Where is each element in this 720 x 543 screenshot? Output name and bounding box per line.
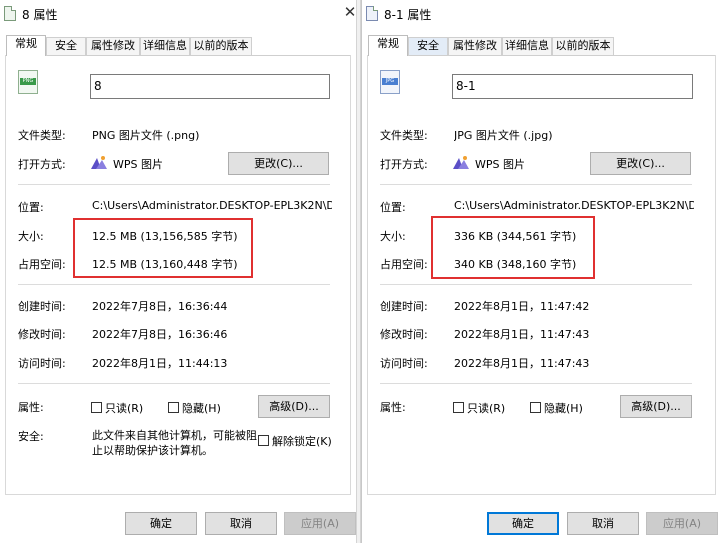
file-name-input[interactable]: 8 <box>90 74 330 99</box>
hidden-checkbox[interactable] <box>530 402 541 413</box>
tab-security[interactable]: 安全 <box>408 37 448 55</box>
advanced-button[interactable]: 高级(D)... <box>258 395 330 418</box>
open-with-value: WPS 图片 <box>475 158 525 171</box>
hidden-label: 隐藏(H) <box>182 402 221 415</box>
wps-picture-icon <box>453 156 469 169</box>
advanced-button[interactable]: 高级(D)... <box>620 395 692 418</box>
separator <box>18 284 330 285</box>
tab-attribute-modify[interactable]: 属性修改 <box>86 37 140 55</box>
title-bar[interactable]: 8 属性 ✕ <box>0 0 356 28</box>
modified-label: 修改时间: <box>380 328 428 341</box>
apply-button[interactable]: 应用(A) <box>284 512 356 535</box>
ok-button[interactable]: 确定 <box>125 512 197 535</box>
created-value: 2022年8月1日，11:47:42 <box>454 300 590 313</box>
cancel-button[interactable]: 取消 <box>567 512 639 535</box>
wps-picture-icon <box>91 156 107 169</box>
hidden-checkbox[interactable] <box>168 402 179 413</box>
accessed-value: 2022年8月1日，11:47:43 <box>454 357 590 370</box>
separator <box>380 284 692 285</box>
file-type-value: PNG 图片文件 (.png) <box>92 129 200 142</box>
modified-value: 2022年7月8日，16:36:46 <box>92 328 228 341</box>
file-name-input[interactable]: 8-1 <box>452 74 693 99</box>
separator <box>380 383 692 384</box>
file-type-label: 文件类型: <box>18 129 66 142</box>
unblock-checkbox[interactable] <box>258 435 269 446</box>
accessed-value: 2022年8月1日，11:44:13 <box>92 357 228 370</box>
title-bar[interactable]: 8-1 属性 <box>362 0 720 28</box>
file-icon <box>4 6 16 21</box>
modified-value: 2022年8月1日，11:47:43 <box>454 328 590 341</box>
open-with-value: WPS 图片 <box>113 158 163 171</box>
ok-button[interactable]: 确定 <box>487 512 559 535</box>
size-on-disk-label: 占用空间: <box>18 258 66 271</box>
jpg-file-icon: JPG <box>380 70 400 94</box>
file-type-value: JPG 图片文件 (.jpg) <box>454 129 553 142</box>
hidden-label: 隐藏(H) <box>544 402 583 415</box>
size-label: 大小: <box>18 230 44 243</box>
created-label: 创建时间: <box>380 300 428 313</box>
open-with-label: 打开方式: <box>18 158 66 171</box>
window-title: 8-1 属性 <box>384 8 432 22</box>
location-value: C:\Users\Administrator.DESKTOP-EPL3K2N\D… <box>92 199 332 212</box>
open-with-label: 打开方式: <box>380 158 428 171</box>
window-title: 8 属性 <box>22 8 58 22</box>
change-button[interactable]: 更改(C)... <box>228 152 329 175</box>
security-message: 此文件来自其他计算机，可能被阻止以帮助保护该计算机。 <box>92 429 257 457</box>
readonly-label: 只读(R) <box>467 402 506 415</box>
cancel-button[interactable]: 取消 <box>205 512 277 535</box>
separator <box>18 184 330 185</box>
png-file-icon: PNG <box>18 70 38 94</box>
size-label: 大小: <box>380 230 406 243</box>
tab-general[interactable]: 常规 <box>6 35 46 56</box>
tab-previous-versions[interactable]: 以前的版本 <box>190 37 252 55</box>
properties-window-8: 8 属性 ✕ 常规 安全 属性修改 详细信息 以前的版本 PNG 8 文件类型:… <box>0 0 356 543</box>
created-label: 创建时间: <box>18 300 66 313</box>
size-highlight-box <box>431 216 595 279</box>
change-button[interactable]: 更改(C)... <box>590 152 691 175</box>
size-on-disk-label: 占用空间: <box>380 258 428 271</box>
size-highlight-box <box>73 218 253 278</box>
location-label: 位置: <box>18 201 44 214</box>
created-value: 2022年7月8日，16:36:44 <box>92 300 228 313</box>
tab-previous-versions[interactable]: 以前的版本 <box>552 37 614 55</box>
readonly-checkbox[interactable] <box>453 402 464 413</box>
apply-button[interactable]: 应用(A) <box>646 512 718 535</box>
unblock-label: 解除锁定(K) <box>272 435 332 448</box>
location-label: 位置: <box>380 201 406 214</box>
tab-general[interactable]: 常规 <box>368 35 408 56</box>
location-value: C:\Users\Administrator.DESKTOP-EPL3K2N\D… <box>454 199 694 212</box>
file-icon <box>366 6 378 21</box>
readonly-label: 只读(R) <box>105 402 144 415</box>
accessed-label: 访问时间: <box>380 357 428 370</box>
attributes-label: 属性: <box>18 401 44 414</box>
tab-details[interactable]: 详细信息 <box>502 37 552 55</box>
tab-details[interactable]: 详细信息 <box>140 37 190 55</box>
tab-attribute-modify[interactable]: 属性修改 <box>448 37 502 55</box>
readonly-checkbox[interactable] <box>91 402 102 413</box>
tab-security[interactable]: 安全 <box>46 37 86 55</box>
properties-window-8-1: 8-1 属性 常规 安全 属性修改 详细信息 以前的版本 JPG 8-1 文件类… <box>361 0 720 543</box>
separator <box>380 184 692 185</box>
file-type-label: 文件类型: <box>380 129 428 142</box>
accessed-label: 访问时间: <box>18 357 66 370</box>
attributes-label: 属性: <box>380 401 406 414</box>
security-label: 安全: <box>18 430 44 443</box>
modified-label: 修改时间: <box>18 328 66 341</box>
separator <box>18 383 330 384</box>
